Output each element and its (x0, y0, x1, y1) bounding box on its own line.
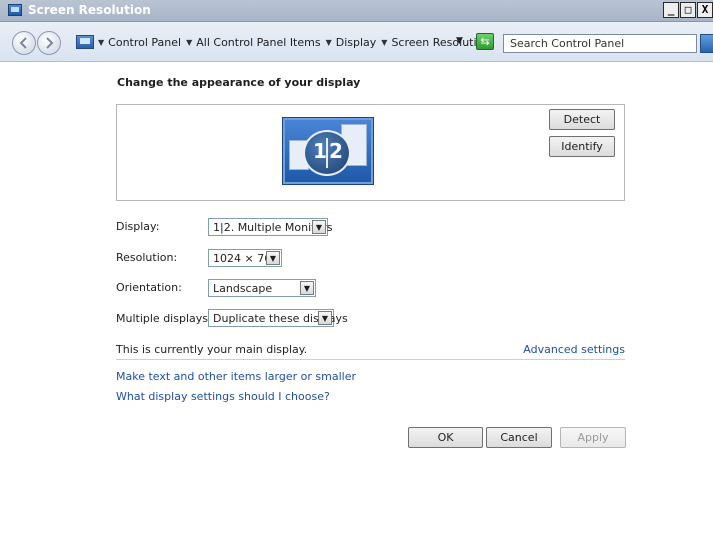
dropdown-arrow-icon: ▼ (312, 220, 326, 234)
multiple-displays-select[interactable]: Duplicate these displays ▼ (208, 309, 348, 327)
breadcrumb-arrow-icon: ▼ (325, 37, 332, 47)
monitor-number-badge: 1 2 (303, 130, 351, 176)
breadcrumb-control-panel[interactable]: ▼ Control Panel (98, 36, 181, 49)
breadcrumb-label: Control Panel (108, 35, 182, 49)
breadcrumb-label: Display (335, 35, 377, 49)
breadcrumb-screen-resolution[interactable]: ▼ Screen Resolution (381, 36, 490, 49)
main-display-status: This is currently your main display. (116, 343, 308, 356)
address-dropdown-icon[interactable]: ▼ (456, 36, 463, 46)
page-title: Change the appearance of your display (117, 76, 361, 89)
breadcrumb-label: All Control Panel Items (196, 35, 321, 49)
monitor-number-separator (326, 138, 328, 168)
title-bar[interactable]: Screen Resolution _ □ X (0, 0, 713, 22)
multiple-displays-label: Multiple displays: (116, 312, 212, 325)
resolution-select[interactable]: 1024 × 768 ▼ (208, 249, 282, 267)
breadcrumb-arrow-icon: ▼ (186, 37, 193, 47)
breadcrumb-arrow-icon: ▼ (98, 37, 105, 47)
window-controls: _ □ X (662, 2, 713, 18)
display-select[interactable]: 1|2. Multiple Monitors ▼ (208, 218, 332, 236)
forward-arrow-icon (46, 37, 54, 49)
dropdown-arrow-icon: ▼ (318, 311, 332, 325)
advanced-settings-link[interactable]: Advanced settings (523, 343, 625, 356)
search-input[interactable]: Search Control Panel (503, 34, 697, 53)
text-size-link[interactable]: Make text and other items larger or smal… (116, 370, 356, 383)
window-title: Screen Resolution (28, 3, 151, 17)
resolution-label: Resolution: (116, 251, 178, 264)
orientation-select-value: Landscape (213, 282, 273, 295)
orientation-select[interactable]: Landscape ▼ (208, 279, 316, 297)
monitor-icon[interactable]: 1 2 (283, 118, 373, 184)
display-label: Display: (116, 220, 160, 233)
dropdown-arrow-icon: ▼ (266, 251, 280, 265)
breadcrumb: ▼ Control Panel ▼ All Control Panel Item… (76, 32, 496, 52)
maximize-button[interactable]: □ (680, 2, 696, 18)
apply-button[interactable]: Apply (560, 427, 626, 448)
back-arrow-icon (19, 37, 27, 49)
refresh-icon[interactable]: ⇆ (476, 33, 494, 50)
content-area: Change the appearance of your display 1 … (0, 63, 713, 545)
breadcrumb-arrow-icon: ▼ (381, 37, 388, 47)
breadcrumb-all-items[interactable]: ▼ All Control Panel Items (186, 36, 321, 49)
detect-button[interactable]: Detect (549, 109, 615, 130)
cancel-button[interactable]: Cancel (486, 427, 552, 448)
forward-button[interactable] (37, 31, 61, 55)
divider (116, 359, 625, 360)
display-help-link[interactable]: What display settings should I choose? (116, 390, 330, 403)
search-icon[interactable] (700, 34, 713, 53)
minimize-button[interactable]: _ (663, 2, 679, 18)
monitor-number-2: 2 (329, 139, 343, 163)
control-panel-icon (76, 35, 94, 49)
monitor-preview-panel: 1 2 Detect Identify (116, 104, 625, 201)
dropdown-arrow-icon: ▼ (300, 281, 314, 295)
orientation-label: Orientation: (116, 281, 182, 294)
ok-button[interactable]: OK (408, 427, 483, 448)
display-app-icon (8, 4, 22, 16)
identify-button[interactable]: Identify (549, 136, 615, 157)
address-bar: ▼ Control Panel ▼ All Control Panel Item… (0, 22, 713, 62)
monitor-number-1: 1 (313, 139, 327, 163)
back-button[interactable] (12, 31, 36, 55)
breadcrumb-display[interactable]: ▼ Display (326, 36, 377, 49)
close-button[interactable]: X (697, 2, 713, 18)
